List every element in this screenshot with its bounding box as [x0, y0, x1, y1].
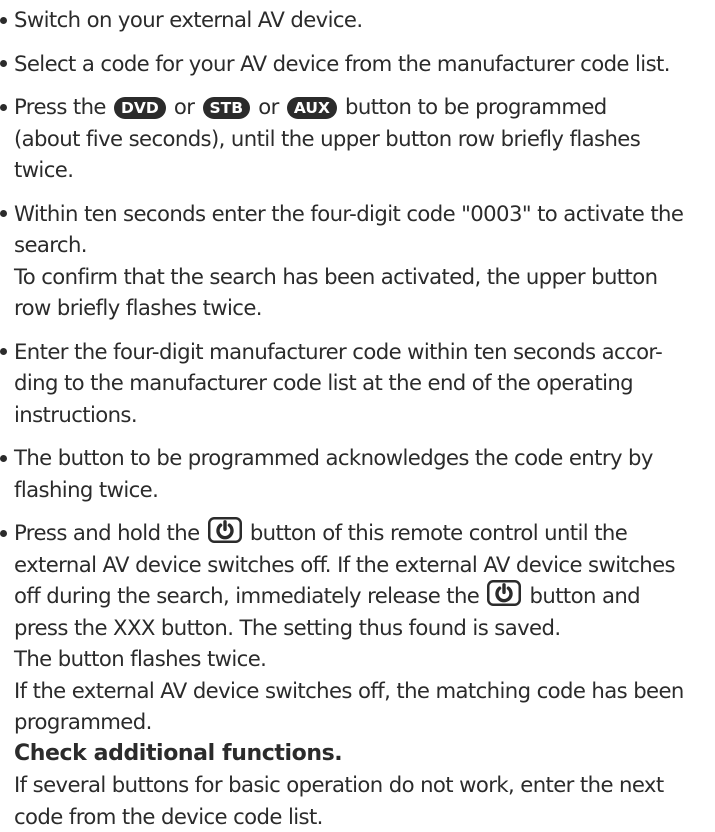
step-text: button and — [530, 583, 640, 608]
step-text-line: Press and hold the button of this remote… — [14, 517, 715, 549]
step-text: or — [174, 94, 194, 119]
step-text-line: off during the search, immediately relea… — [14, 580, 715, 612]
bullet — [0, 210, 7, 217]
step-enter-search-code: Within ten seconds enter the four-digit … — [0, 198, 715, 324]
step-text: twice. — [14, 154, 715, 186]
step-text: (about five seconds), until the upper bu… — [14, 123, 715, 155]
bullet — [0, 17, 7, 24]
dvd-button-icon: DVD — [114, 97, 166, 119]
step-text: If several buttons for basic operation d… — [14, 769, 715, 801]
bullet — [0, 60, 7, 67]
step-text: If the external AV device switches off, … — [14, 675, 715, 707]
power-icon — [487, 580, 521, 606]
step-press-device-button: Press the DVD or STB or AUX button to be… — [0, 91, 715, 186]
step-text: search. — [14, 229, 715, 261]
step-text: button of this remote control until the — [250, 520, 627, 545]
step-text: button to be programmed — [345, 94, 607, 119]
bullet — [0, 348, 7, 355]
step-text: Select a code for your AV device from th… — [14, 48, 715, 80]
step-text: programmed. — [14, 706, 715, 738]
step-text: external AV device switches off. If the … — [14, 549, 715, 581]
step-text: Enter the four-digit manufacturer code w… — [14, 336, 715, 368]
step-switch-on: Switch on your external AV device. — [0, 4, 715, 36]
power-icon — [208, 517, 242, 543]
step-text: The button flashes twice. — [14, 643, 715, 675]
bullet — [0, 104, 7, 111]
step-text: flashing twice. — [14, 474, 715, 506]
step-text: Switch on your external AV device. — [14, 4, 715, 36]
step-select-code: Select a code for your AV device from th… — [0, 48, 715, 80]
aux-button-icon: AUX — [287, 97, 337, 119]
step-text-line: Press the DVD or STB or AUX button to be… — [14, 91, 715, 123]
step-text: off during the search, immediately relea… — [14, 583, 479, 608]
stb-button-icon: STB — [203, 97, 251, 119]
step-text: ding to the manufacturer code list at th… — [14, 367, 715, 399]
instruction-page: Switch on your external AV device. Selec… — [0, 0, 715, 789]
step-text: or — [258, 94, 278, 119]
step-enter-manufacturer-code: Enter the four-digit manufacturer code w… — [0, 336, 715, 431]
section-heading: Check additional functions. — [14, 738, 715, 770]
step-text: press the XXX button. The setting thus f… — [14, 612, 715, 644]
step-text: row briefly flashes twice. — [14, 292, 715, 324]
step-text: Press the — [14, 94, 106, 119]
bullet — [0, 455, 7, 462]
step-press-and-hold: Press and hold the button of this remote… — [0, 517, 715, 832]
step-acknowledge: The button to be programmed acknowledges… — [0, 442, 715, 505]
step-text: code from the device code list. — [14, 801, 715, 832]
bullet — [0, 530, 7, 537]
step-text: To confirm that the search has been acti… — [14, 261, 715, 293]
step-text: Press and hold the — [14, 520, 200, 545]
step-text: Within ten seconds enter the four-digit … — [14, 198, 715, 230]
step-text: instructions. — [14, 399, 715, 431]
step-text: The button to be programmed acknowledges… — [14, 442, 715, 474]
